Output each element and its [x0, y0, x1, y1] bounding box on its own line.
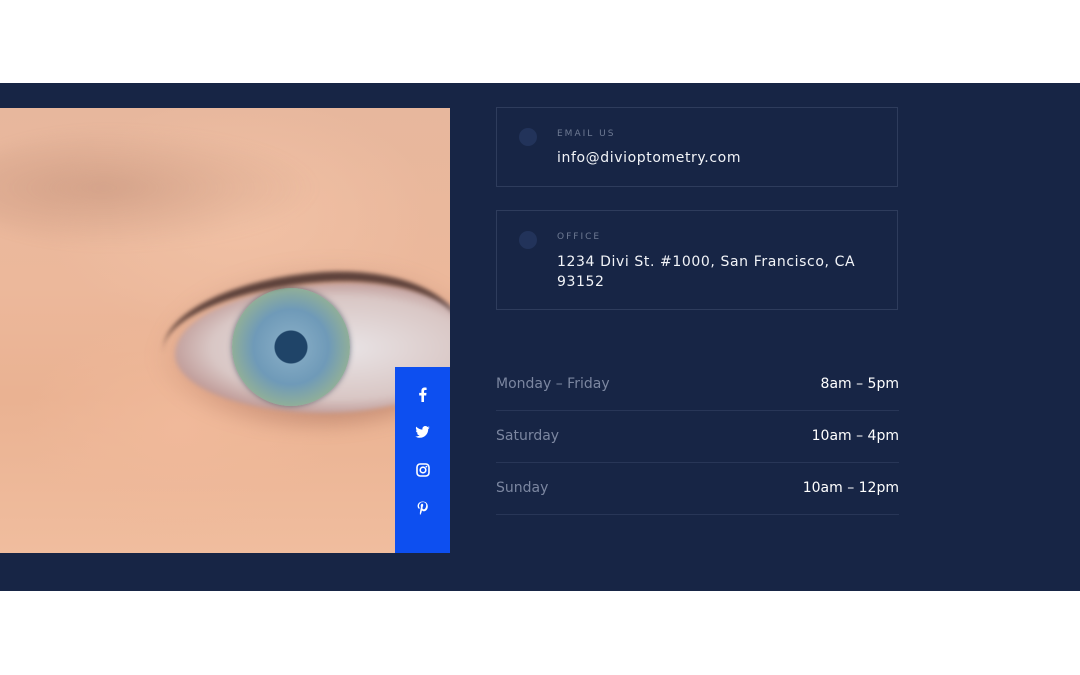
opening-hours: Monday – Friday 8am – 5pm Saturday 10am …: [496, 359, 899, 515]
social-links: [395, 367, 450, 553]
hours-day: Monday – Friday: [496, 376, 610, 392]
hours-row: Saturday 10am – 4pm: [496, 411, 899, 463]
email-card: Email Us info@divioptometry.com: [496, 107, 898, 187]
hours-day: Sunday: [496, 480, 549, 496]
hours-time: 10am – 12pm: [802, 480, 899, 496]
contact-section: Email Us info@divioptometry.com Office 1…: [0, 83, 1080, 591]
hours-time: 10am – 4pm: [811, 428, 899, 444]
hours-row: Monday – Friday 8am – 5pm: [496, 359, 899, 411]
office-address: 1234 Divi St. #1000, San Francisco, CA 9…: [557, 254, 856, 290]
email-label: Email Us: [557, 129, 616, 139]
map-pin-icon: [519, 231, 537, 249]
email-link[interactable]: info@divioptometry.com: [557, 148, 867, 168]
instagram-icon[interactable]: [395, 455, 450, 485]
facebook-icon[interactable]: [395, 379, 450, 409]
office-label: Office: [557, 232, 602, 242]
hours-day: Saturday: [496, 428, 560, 444]
pinterest-icon[interactable]: [395, 493, 450, 523]
eye-photo: [0, 108, 450, 553]
office-card: Office 1234 Divi St. #1000, San Francisc…: [496, 210, 898, 310]
twitter-icon[interactable]: [395, 417, 450, 447]
hours-row: Sunday 10am – 12pm: [496, 463, 899, 515]
envelope-icon: [519, 128, 537, 146]
hours-time: 8am – 5pm: [820, 376, 899, 392]
